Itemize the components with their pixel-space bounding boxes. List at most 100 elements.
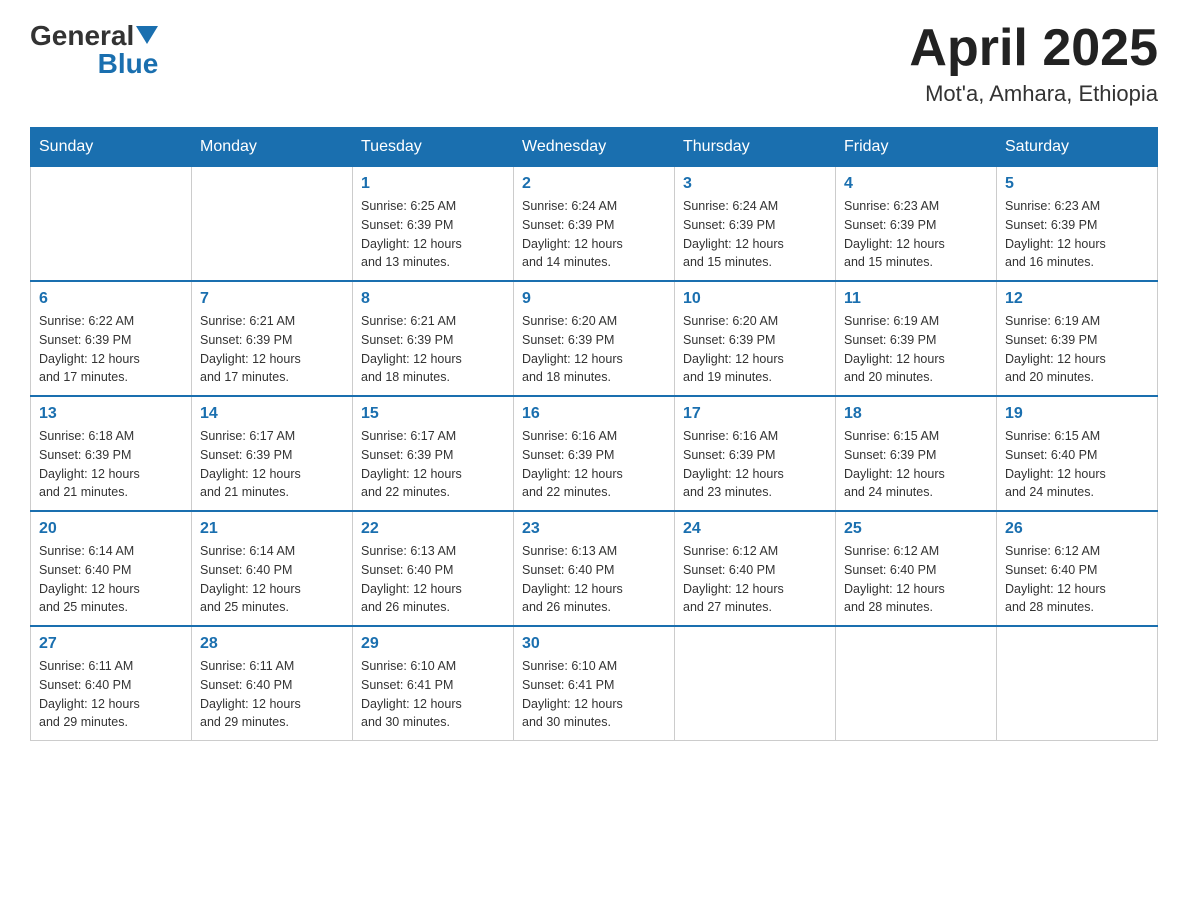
- day-number: 19: [1005, 405, 1149, 423]
- calendar-header-row: SundayMondayTuesdayWednesdayThursdayFrid…: [31, 128, 1158, 167]
- day-number: 24: [683, 520, 827, 538]
- day-info: Sunrise: 6:13 AM Sunset: 6:40 PM Dayligh…: [522, 542, 666, 617]
- day-info: Sunrise: 6:14 AM Sunset: 6:40 PM Dayligh…: [39, 542, 183, 617]
- day-number: 21: [200, 520, 344, 538]
- calendar-cell: 2 Sunrise: 6:24 AM Sunset: 6:39 PM Daylig…: [514, 167, 675, 282]
- day-number: 1: [361, 175, 505, 193]
- day-number: 6: [39, 290, 183, 308]
- day-info: Sunrise: 6:20 AM Sunset: 6:39 PM Dayligh…: [683, 312, 827, 387]
- day-info: Sunrise: 6:22 AM Sunset: 6:39 PM Dayligh…: [39, 312, 183, 387]
- day-number: 30: [522, 635, 666, 653]
- calendar-cell: 13 Sunrise: 6:18 AM Sunset: 6:39 PM Dayli…: [31, 396, 192, 511]
- day-info: Sunrise: 6:23 AM Sunset: 6:39 PM Dayligh…: [1005, 197, 1149, 272]
- day-info: Sunrise: 6:13 AM Sunset: 6:40 PM Dayligh…: [361, 542, 505, 617]
- day-number: 27: [39, 635, 183, 653]
- calendar-cell: [997, 626, 1158, 741]
- day-info: Sunrise: 6:24 AM Sunset: 6:39 PM Dayligh…: [522, 197, 666, 272]
- calendar-week-row: 6 Sunrise: 6:22 AM Sunset: 6:39 PM Daylig…: [31, 281, 1158, 396]
- calendar-cell: 29 Sunrise: 6:10 AM Sunset: 6:41 PM Dayli…: [353, 626, 514, 741]
- day-info: Sunrise: 6:17 AM Sunset: 6:39 PM Dayligh…: [200, 427, 344, 502]
- calendar-cell: 8 Sunrise: 6:21 AM Sunset: 6:39 PM Daylig…: [353, 281, 514, 396]
- day-info: Sunrise: 6:15 AM Sunset: 6:39 PM Dayligh…: [844, 427, 988, 502]
- column-header-monday: Monday: [192, 128, 353, 167]
- day-info: Sunrise: 6:19 AM Sunset: 6:39 PM Dayligh…: [1005, 312, 1149, 387]
- day-info: Sunrise: 6:16 AM Sunset: 6:39 PM Dayligh…: [522, 427, 666, 502]
- day-info: Sunrise: 6:18 AM Sunset: 6:39 PM Dayligh…: [39, 427, 183, 502]
- day-number: 26: [1005, 520, 1149, 538]
- calendar-cell: 25 Sunrise: 6:12 AM Sunset: 6:40 PM Dayli…: [836, 511, 997, 626]
- day-number: 29: [361, 635, 505, 653]
- calendar-week-row: 1Sunrise: 6:25 AM Sunset: 6:39 PM Daylig…: [31, 167, 1158, 282]
- day-number: 4: [844, 175, 988, 193]
- day-info: Sunrise: 6:24 AM Sunset: 6:39 PM Dayligh…: [683, 197, 827, 272]
- day-info: Sunrise: 6:12 AM Sunset: 6:40 PM Dayligh…: [1005, 542, 1149, 617]
- day-number: 5: [1005, 175, 1149, 193]
- day-number: 15: [361, 405, 505, 423]
- column-header-friday: Friday: [836, 128, 997, 167]
- day-number: 10: [683, 290, 827, 308]
- day-number: 14: [200, 405, 344, 423]
- calendar-week-row: 13 Sunrise: 6:18 AM Sunset: 6:39 PM Dayli…: [31, 396, 1158, 511]
- calendar-cell: 28 Sunrise: 6:11 AM Sunset: 6:40 PM Dayli…: [192, 626, 353, 741]
- day-number: 28: [200, 635, 344, 653]
- day-info: Sunrise: 6:10 AM Sunset: 6:41 PM Dayligh…: [522, 657, 666, 732]
- logo-blue: Blue: [98, 48, 159, 80]
- calendar-cell: 22 Sunrise: 6:13 AM Sunset: 6:40 PM Dayli…: [353, 511, 514, 626]
- calendar-cell: 11Sunrise: 6:19 AM Sunset: 6:39 PM Dayli…: [836, 281, 997, 396]
- calendar-cell: 5 Sunrise: 6:23 AM Sunset: 6:39 PM Daylig…: [997, 167, 1158, 282]
- calendar-cell: 21 Sunrise: 6:14 AM Sunset: 6:40 PM Dayli…: [192, 511, 353, 626]
- calendar-week-row: 20 Sunrise: 6:14 AM Sunset: 6:40 PM Dayli…: [31, 511, 1158, 626]
- calendar-cell: 4Sunrise: 6:23 AM Sunset: 6:39 PM Daylig…: [836, 167, 997, 282]
- calendar-cell: 18 Sunrise: 6:15 AM Sunset: 6:39 PM Dayli…: [836, 396, 997, 511]
- column-header-wednesday: Wednesday: [514, 128, 675, 167]
- day-number: 18: [844, 405, 988, 423]
- day-number: 9: [522, 290, 666, 308]
- day-info: Sunrise: 6:12 AM Sunset: 6:40 PM Dayligh…: [683, 542, 827, 617]
- day-number: 16: [522, 405, 666, 423]
- day-number: 22: [361, 520, 505, 538]
- day-number: 12: [1005, 290, 1149, 308]
- calendar-cell: [192, 167, 353, 282]
- day-number: 25: [844, 520, 988, 538]
- calendar-cell: 30 Sunrise: 6:10 AM Sunset: 6:41 PM Dayli…: [514, 626, 675, 741]
- calendar-cell: 26 Sunrise: 6:12 AM Sunset: 6:40 PM Dayli…: [997, 511, 1158, 626]
- day-number: 8: [361, 290, 505, 308]
- calendar-cell: 10 Sunrise: 6:20 AM Sunset: 6:39 PM Dayli…: [675, 281, 836, 396]
- day-number: 23: [522, 520, 666, 538]
- day-info: Sunrise: 6:15 AM Sunset: 6:40 PM Dayligh…: [1005, 427, 1149, 502]
- calendar-cell: 20 Sunrise: 6:14 AM Sunset: 6:40 PM Dayli…: [31, 511, 192, 626]
- day-info: Sunrise: 6:11 AM Sunset: 6:40 PM Dayligh…: [200, 657, 344, 732]
- calendar-cell: 7Sunrise: 6:21 AM Sunset: 6:39 PM Daylig…: [192, 281, 353, 396]
- calendar-cell: 16 Sunrise: 6:16 AM Sunset: 6:39 PM Dayli…: [514, 396, 675, 511]
- calendar-cell: 9 Sunrise: 6:20 AM Sunset: 6:39 PM Daylig…: [514, 281, 675, 396]
- day-info: Sunrise: 6:20 AM Sunset: 6:39 PM Dayligh…: [522, 312, 666, 387]
- page-header: General Blue April 2025 Mot'a, Amhara, E…: [30, 20, 1158, 107]
- calendar-cell: 3 Sunrise: 6:24 AM Sunset: 6:39 PM Daylig…: [675, 167, 836, 282]
- calendar-cell: 19 Sunrise: 6:15 AM Sunset: 6:40 PM Dayli…: [997, 396, 1158, 511]
- calendar-cell: 23 Sunrise: 6:13 AM Sunset: 6:40 PM Dayli…: [514, 511, 675, 626]
- day-info: Sunrise: 6:19 AM Sunset: 6:39 PM Dayligh…: [844, 312, 988, 387]
- day-info: Sunrise: 6:21 AM Sunset: 6:39 PM Dayligh…: [361, 312, 505, 387]
- calendar-cell: [836, 626, 997, 741]
- day-number: 13: [39, 405, 183, 423]
- calendar-cell: 14 Sunrise: 6:17 AM Sunset: 6:39 PM Dayli…: [192, 396, 353, 511]
- title-area: April 2025 Mot'a, Amhara, Ethiopia: [909, 20, 1158, 107]
- day-info: Sunrise: 6:11 AM Sunset: 6:40 PM Dayligh…: [39, 657, 183, 732]
- day-info: Sunrise: 6:16 AM Sunset: 6:39 PM Dayligh…: [683, 427, 827, 502]
- day-info: Sunrise: 6:10 AM Sunset: 6:41 PM Dayligh…: [361, 657, 505, 732]
- calendar-cell: 1Sunrise: 6:25 AM Sunset: 6:39 PM Daylig…: [353, 167, 514, 282]
- day-info: Sunrise: 6:12 AM Sunset: 6:40 PM Dayligh…: [844, 542, 988, 617]
- column-header-sunday: Sunday: [31, 128, 192, 167]
- day-number: 20: [39, 520, 183, 538]
- calendar-cell: 24 Sunrise: 6:12 AM Sunset: 6:40 PM Dayli…: [675, 511, 836, 626]
- column-header-tuesday: Tuesday: [353, 128, 514, 167]
- day-number: 7: [200, 290, 344, 308]
- calendar-cell: [31, 167, 192, 282]
- calendar-subtitle: Mot'a, Amhara, Ethiopia: [909, 81, 1158, 107]
- day-info: Sunrise: 6:14 AM Sunset: 6:40 PM Dayligh…: [200, 542, 344, 617]
- calendar-cell: [675, 626, 836, 741]
- day-number: 3: [683, 175, 827, 193]
- day-number: 2: [522, 175, 666, 193]
- calendar-cell: 27 Sunrise: 6:11 AM Sunset: 6:40 PM Dayli…: [31, 626, 192, 741]
- calendar-cell: 17Sunrise: 6:16 AM Sunset: 6:39 PM Dayli…: [675, 396, 836, 511]
